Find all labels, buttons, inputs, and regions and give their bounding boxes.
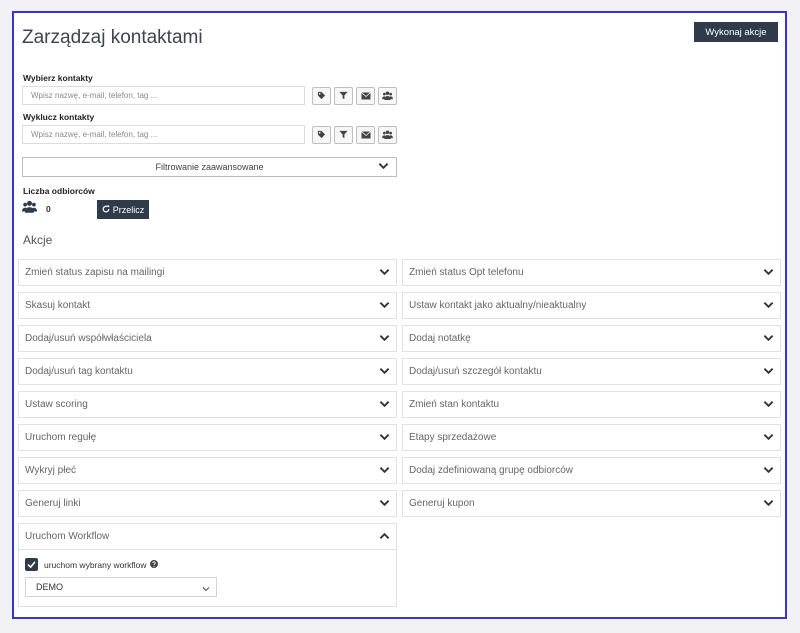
- action-label: Uruchom Workflow: [25, 531, 110, 542]
- chevron-down-icon: [379, 433, 390, 444]
- include-contacts-input[interactable]: [22, 86, 305, 105]
- chevron-down-icon: [763, 301, 774, 312]
- action-sales-stages[interactable]: Etapy sprzedażowe: [402, 424, 781, 451]
- chevron-down-icon: [379, 499, 390, 510]
- action-delete-contact[interactable]: Skasuj kontakt: [18, 292, 397, 319]
- action-generate-coupon[interactable]: Generuj kupon: [402, 490, 781, 517]
- action-label: Dodaj notatkę: [409, 333, 471, 344]
- action-run-workflow[interactable]: Uruchom Workflow: [18, 523, 397, 550]
- workflow-checkbox-row: uruchom wybrany workflow: [25, 558, 158, 571]
- exclude-contacts-input[interactable]: [22, 125, 305, 144]
- action-recipient-group[interactable]: Dodaj zdefiniowaną grupę odbiorców: [402, 457, 781, 484]
- action-label: Generuj linki: [25, 498, 81, 509]
- action-co-owner[interactable]: Dodaj/usuń współwłaściciela: [18, 325, 397, 352]
- action-contact-tag[interactable]: Dodaj/usuń tag kontaktu: [18, 358, 397, 385]
- chevron-down-icon: [379, 268, 390, 279]
- recipients-label: Liczba odbiorców: [23, 186, 95, 196]
- chevron-down-icon: [379, 466, 390, 477]
- action-label: Skasuj kontakt: [25, 300, 91, 311]
- action-set-actual[interactable]: Ustaw kontakt jako aktualny/nieaktualny: [402, 292, 781, 319]
- action-contact-detail[interactable]: Dodaj/usuń szczegół kontaktu: [402, 358, 781, 385]
- chevron-down-icon: [763, 499, 774, 510]
- action-label: Zmień status zapisu na mailingi: [25, 267, 165, 278]
- workflow-select[interactable]: DEMO: [25, 577, 217, 597]
- recipients-count-row: 0: [22, 200, 51, 218]
- chevron-down-icon: [379, 367, 390, 378]
- envelope-icon[interactable]: [356, 125, 375, 144]
- action-label: Zmień status Opt telefonu: [409, 267, 524, 278]
- filter-icon[interactable]: [334, 125, 353, 144]
- users-icon: [22, 200, 37, 218]
- run-actions-button[interactable]: Wykonaj akcje: [694, 22, 778, 42]
- action-detect-gender[interactable]: Wykryj płeć: [18, 457, 397, 484]
- action-label: Ustaw scoring: [25, 399, 88, 410]
- chevron-down-icon: [379, 400, 390, 411]
- action-run-rule[interactable]: Uruchom regułę: [18, 424, 397, 451]
- include-contacts-label: Wybierz kontakty: [23, 73, 93, 83]
- chevron-down-icon: [763, 334, 774, 345]
- recipients-count: 0: [46, 204, 51, 214]
- action-label: Dodaj/usuń współwłaściciela: [25, 333, 152, 344]
- action-generate-links[interactable]: Generuj linki: [18, 490, 397, 517]
- include-contacts-row: [22, 86, 397, 105]
- chevron-down-icon: [763, 367, 774, 378]
- filter-icon[interactable]: [334, 86, 353, 105]
- exclude-contacts-label: Wyklucz kontakty: [23, 112, 95, 122]
- users-icon[interactable]: [378, 86, 397, 105]
- chevron-down-icon: [763, 433, 774, 444]
- action-label: Generuj kupon: [409, 498, 475, 509]
- advanced-filter-label: Filtrowanie zaawansowane: [155, 162, 264, 172]
- advanced-filter-toggle[interactable]: Filtrowanie zaawansowane: [22, 157, 397, 177]
- page-title: Zarządzaj kontaktami: [22, 27, 203, 48]
- chevron-down-icon: [763, 400, 774, 411]
- action-label: Dodaj/usuń tag kontaktu: [25, 366, 133, 377]
- users-icon[interactable]: [378, 125, 397, 144]
- action-label: Dodaj/usuń szczegół kontaktu: [409, 366, 542, 377]
- tag-icon[interactable]: [312, 125, 331, 144]
- action-label: Etapy sprzedażowe: [409, 432, 497, 443]
- action-phone-opt-status[interactable]: Zmień status Opt telefonu: [402, 259, 781, 286]
- tag-icon[interactable]: [312, 86, 331, 105]
- action-add-note[interactable]: Dodaj notatkę: [402, 325, 781, 352]
- action-contact-state[interactable]: Zmień stan kontaktu: [402, 391, 781, 418]
- chevron-up-icon: [379, 532, 390, 543]
- workflow-select-value: DEMO: [36, 582, 63, 592]
- action-label: Uruchom regułę: [25, 432, 97, 443]
- question-circle-icon[interactable]: [149, 559, 158, 570]
- action-mailing-status[interactable]: Zmień status zapisu na mailingi: [18, 259, 397, 286]
- action-label: Ustaw kontakt jako aktualny/nieaktualny: [409, 300, 587, 311]
- workflow-checkbox-label: uruchom wybrany workflow: [44, 559, 147, 570]
- refresh-icon: [102, 204, 110, 215]
- page-frame: Zarządzaj kontaktami Wykonaj akcje Wybie…: [12, 11, 787, 619]
- envelope-icon[interactable]: [356, 86, 375, 105]
- action-label: Wykryj płeć: [25, 465, 77, 476]
- chevron-down-icon: [378, 162, 389, 172]
- chevron-down-icon: [763, 466, 774, 477]
- page-content: Zarządzaj kontaktami Wykonaj akcje Wybie…: [18, 19, 781, 611]
- chevron-down-icon: [202, 584, 210, 594]
- actions-title: Akcje: [23, 233, 53, 247]
- workflow-panel: uruchom wybrany workflow DEMO: [18, 550, 397, 607]
- recalculate-button[interactable]: Przelicz: [97, 200, 149, 219]
- chevron-down-icon: [379, 334, 390, 345]
- chevron-down-icon: [379, 301, 390, 312]
- recalculate-label: Przelicz: [112, 204, 145, 215]
- action-set-scoring[interactable]: Ustaw scoring: [18, 391, 397, 418]
- exclude-contacts-row: [22, 125, 397, 144]
- workflow-checkbox[interactable]: [25, 558, 38, 571]
- action-label: Dodaj zdefiniowaną grupę odbiorców: [409, 465, 573, 476]
- action-label: Zmień stan kontaktu: [409, 399, 500, 410]
- chevron-down-icon: [763, 268, 774, 279]
